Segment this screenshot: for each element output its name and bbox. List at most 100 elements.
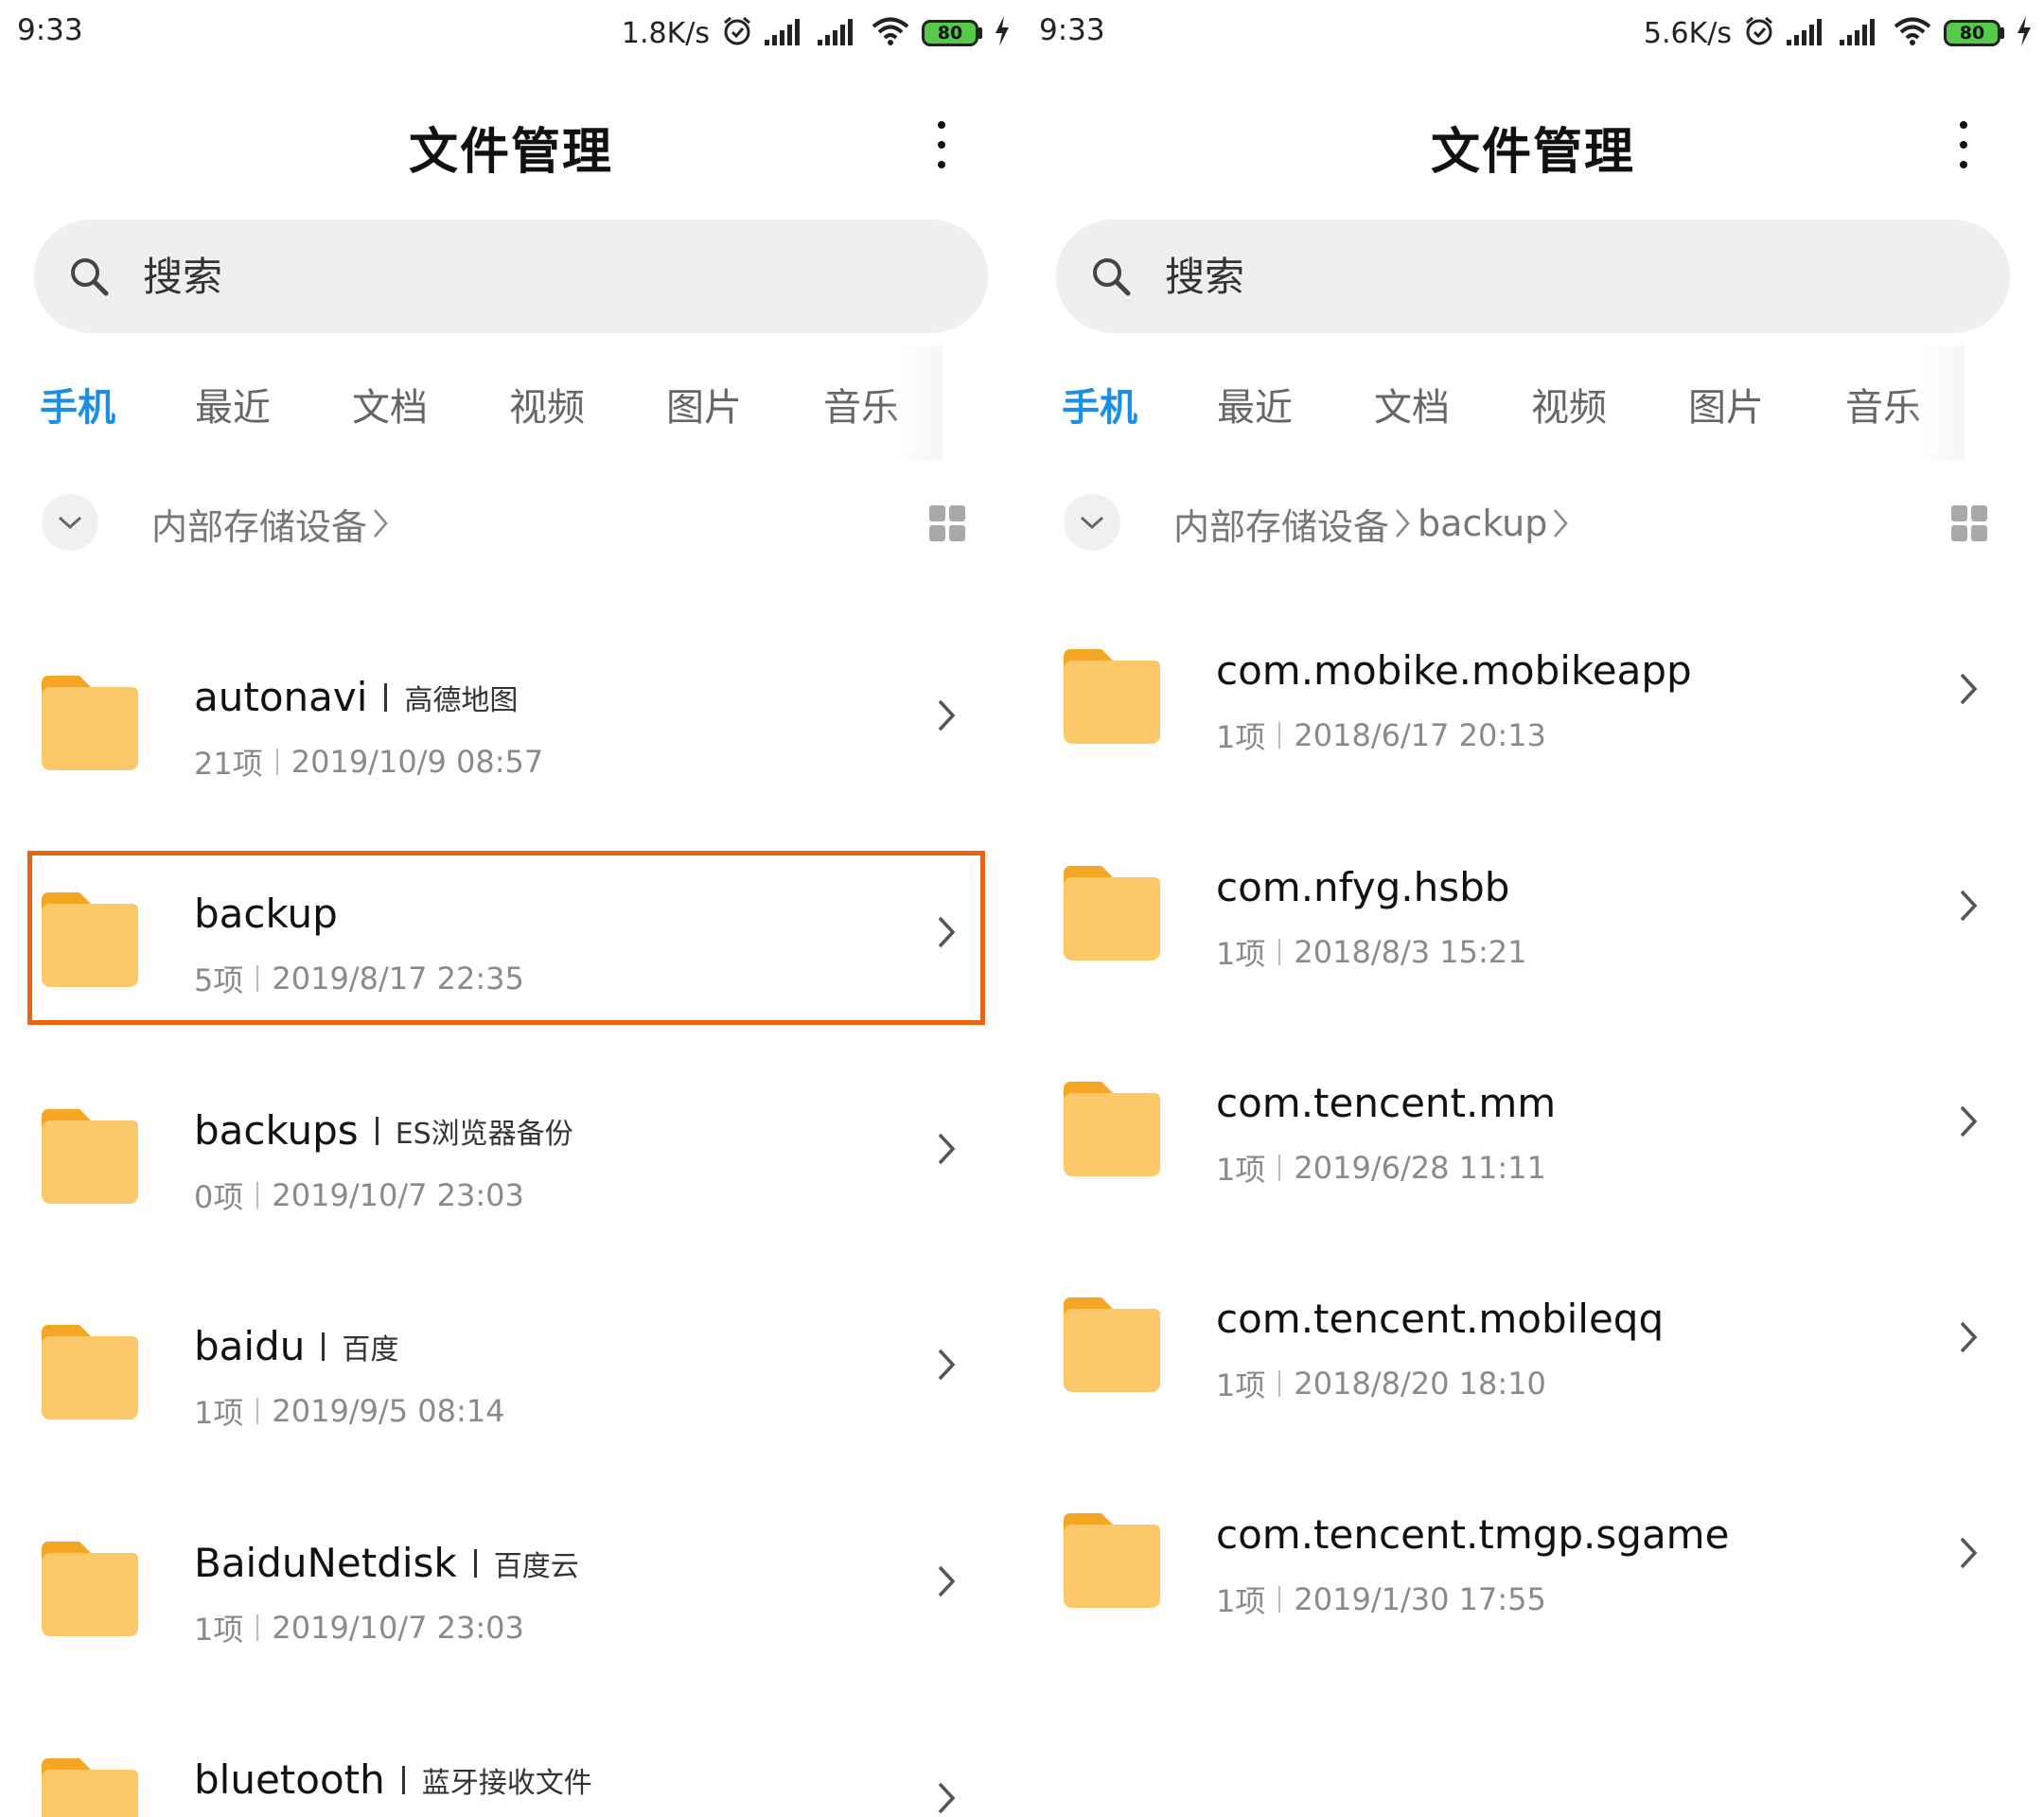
tab-videos[interactable]: 视频 — [509, 377, 585, 432]
modified-date: 2019/10/7 23:03 — [272, 1177, 524, 1213]
file-name: backup — [194, 891, 338, 937]
status-bar: 9:33 1.8K/s 80 — [0, 0, 1022, 68]
breadcrumb-backup[interactable]: backup — [1418, 503, 1547, 544]
signal-icon — [818, 17, 859, 49]
chevron-right-icon — [935, 1346, 958, 1387]
list-item[interactable]: com.nfyg.hsbb 1项 2018/8/3 15:21 — [1022, 819, 2044, 1008]
item-count: 0项 — [194, 1179, 244, 1215]
signal-icon — [1787, 17, 1828, 49]
file-name: com.tencent.mm — [1216, 1080, 1557, 1126]
file-name: autonavi — [194, 674, 368, 720]
list-item[interactable]: com.tencent.tmgp.sgame 1项 2019/1/30 17:55 — [1022, 1466, 2044, 1655]
item-count: 5项 — [194, 962, 244, 998]
chevron-right-icon — [935, 1130, 958, 1172]
status-icons: 5.6K/s 80 — [1644, 13, 2033, 53]
chevron-right-icon — [1957, 1534, 1980, 1576]
folder-icon — [42, 1542, 138, 1640]
chevron-right-icon — [1957, 887, 1980, 928]
file-name: com.tencent.tmgp.sgame — [1216, 1511, 1730, 1558]
page-title: 文件管理 — [1430, 124, 1635, 181]
modified-date: 2019/8/17 22:35 — [272, 961, 524, 997]
search-input[interactable] — [143, 220, 938, 333]
search-input[interactable] — [1165, 220, 1960, 333]
file-alias: ES浏览器备份 — [395, 1117, 573, 1151]
tab-phone[interactable]: 手机 — [40, 377, 115, 432]
grid-view-icon[interactable] — [1951, 505, 1987, 545]
folder-icon — [1064, 1082, 1160, 1180]
folder-icon — [42, 1758, 138, 1817]
charging-icon — [994, 16, 1011, 50]
chevron-right-icon — [371, 506, 390, 540]
page-title: 文件管理 — [408, 124, 613, 181]
wifi-icon — [1893, 16, 1932, 50]
more-vertical-icon[interactable] — [1940, 114, 1987, 176]
breadcrumb: 内部存储设备 — [151, 498, 396, 549]
chevron-right-icon — [935, 1779, 958, 1817]
search-icon — [1090, 256, 1132, 301]
chevron-right-icon — [1551, 506, 1570, 540]
battery-level: 80 — [1944, 20, 2000, 46]
list-item[interactable]: com.tencent.mm 1项 2019/6/28 11:11 — [1022, 1034, 2044, 1224]
file-name: com.mobike.mobikeapp — [1216, 647, 1692, 694]
file-name: backups — [194, 1107, 359, 1154]
grid-view-icon[interactable] — [929, 505, 965, 545]
list-item[interactable]: com.mobike.mobikeapp 1项 2018/6/17 20:13 — [1022, 602, 2044, 791]
file-alias: 高德地图 — [404, 683, 519, 717]
item-count: 1项 — [1216, 1152, 1266, 1188]
list-item[interactable]: baidu 百度 1项 2019/9/5 08:14 — [0, 1278, 1022, 1467]
signal-icon — [765, 17, 806, 49]
tab-recent[interactable]: 最近 — [1217, 377, 1293, 432]
breadcrumb-internal-storage[interactable]: 内部存储设备 — [1173, 498, 1389, 550]
network-speed: 5.6K/s — [1643, 16, 1732, 50]
list-item[interactable]: autonavi 高德地图 21项 2019/10/9 08:57 — [0, 628, 1022, 818]
breadcrumb: 内部存储设备 backup — [1173, 498, 1576, 549]
modified-date: 2019/6/28 11:11 — [1294, 1150, 1546, 1186]
modified-date: 2018/8/3 15:21 — [1294, 934, 1527, 970]
charging-icon — [2016, 16, 2033, 50]
list-item[interactable]: com.tencent.mobileqq 1项 2018/8/20 18:10 — [1022, 1250, 2044, 1439]
list-item[interactable]: backups ES浏览器备份 0项 2019/10/7 23:03 — [0, 1062, 1022, 1251]
tab-images[interactable]: 图片 — [1688, 377, 1764, 432]
chevron-right-icon — [1957, 1318, 1980, 1360]
chevron-right-icon — [935, 1562, 958, 1604]
chevron-right-icon — [1393, 506, 1412, 540]
modified-date: 2019/10/9 08:57 — [291, 744, 544, 780]
file-name: BaiduNetdisk — [194, 1540, 457, 1586]
folder-icon — [1064, 1513, 1160, 1612]
search-bar[interactable] — [1056, 220, 2010, 333]
tab-documents[interactable]: 文档 — [352, 377, 428, 432]
folder-icon — [42, 676, 138, 774]
file-alias: 百度 — [342, 1332, 399, 1367]
folder-icon — [42, 892, 138, 991]
status-icons: 1.8K/s 80 — [622, 13, 1011, 53]
chevron-right-icon — [1957, 1103, 1980, 1144]
chevron-down-icon[interactable] — [1064, 494, 1120, 551]
item-count: 1项 — [194, 1395, 244, 1431]
modified-date: 2018/6/17 20:13 — [1294, 717, 1546, 753]
list-item[interactable]: backup 5项 2019/8/17 22:35 — [0, 845, 1022, 1034]
chevron-right-icon — [1957, 670, 1980, 712]
tab-images[interactable]: 图片 — [666, 377, 742, 432]
modified-date: 2019/9/5 08:14 — [272, 1393, 505, 1429]
tabs-scroll-fade — [886, 346, 943, 460]
item-count: 1项 — [1216, 1583, 1266, 1619]
tab-recent[interactable]: 最近 — [195, 377, 271, 432]
chevron-right-icon — [935, 697, 958, 738]
tab-videos[interactable]: 视频 — [1531, 377, 1607, 432]
folder-icon — [42, 1109, 138, 1208]
file-alias: 蓝牙接收文件 — [421, 1766, 592, 1800]
folder-icon — [1064, 866, 1160, 964]
wifi-icon — [871, 16, 910, 50]
more-vertical-icon[interactable] — [918, 114, 965, 176]
breadcrumb-internal-storage[interactable]: 内部存储设备 — [151, 498, 367, 550]
list-item[interactable]: BaiduNetdisk 百度云 1项 2019/10/7 23:03 — [0, 1494, 1022, 1684]
item-count: 1项 — [1216, 1367, 1266, 1403]
search-bar[interactable] — [34, 220, 988, 333]
list-item[interactable]: bluetooth 蓝牙接收文件 — [0, 1711, 1022, 1817]
modified-date: 2018/8/20 18:10 — [1294, 1366, 1546, 1402]
tab-phone[interactable]: 手机 — [1062, 377, 1137, 432]
chevron-down-icon[interactable] — [42, 494, 98, 551]
tab-documents[interactable]: 文档 — [1374, 377, 1450, 432]
search-icon — [68, 256, 110, 301]
battery-icon: 80 — [922, 20, 982, 46]
